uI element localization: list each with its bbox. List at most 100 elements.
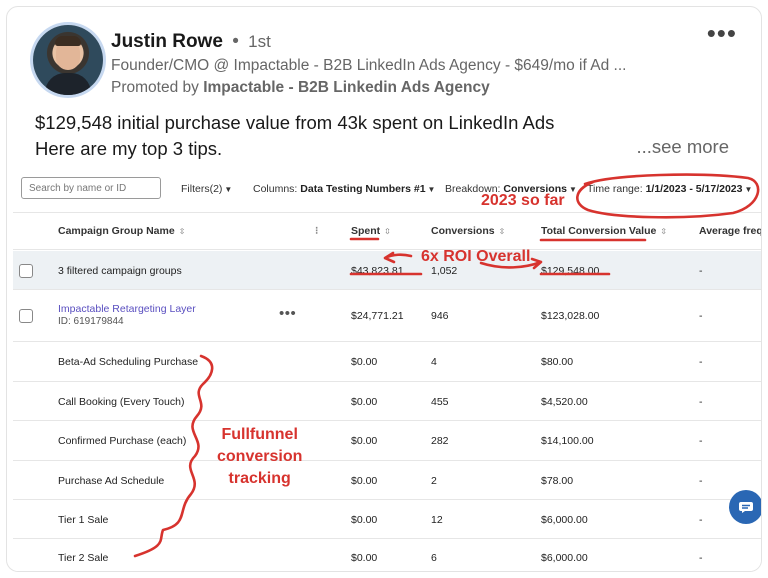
search-input[interactable]: [21, 177, 161, 199]
promoted-prefix: Promoted by: [111, 79, 199, 96]
row-value: $78.00: [541, 475, 574, 487]
row-name: Purchase Ad Schedule: [58, 475, 165, 487]
group-spent: $24,771.21: [351, 310, 404, 322]
post-text: $129,548 initial purchase value from 43k…: [35, 110, 735, 162]
row-frequency: -: [699, 396, 703, 408]
see-more-link[interactable]: ...see more: [636, 136, 729, 158]
row-value: $6,000.00: [541, 514, 588, 526]
column-header-total-value[interactable]: Total Conversion Value ⇳: [541, 225, 667, 237]
group-conversions: 946: [431, 310, 449, 322]
row-frequency: -: [699, 475, 703, 487]
column-header-name[interactable]: Campaign Group Name ⇳: [58, 225, 185, 237]
promoted-line: Promoted by Impactable - B2B Linkedin Ad…: [111, 79, 490, 97]
row-name: Beta-Ad Scheduling Purchase: [58, 356, 199, 368]
author-name-line: Justin Rowe • 1st: [111, 31, 271, 53]
campaign-group-row[interactable]: Impactable Retargeting Layer ID: 6191798…: [13, 290, 761, 342]
promoted-company[interactable]: Impactable - B2B Linkedin Ads Agency: [203, 79, 490, 96]
post-text-line-2: Here are my top 3 tips.: [35, 138, 223, 159]
row-frequency: -: [699, 435, 703, 447]
funnel-annotation-line-3: tracking: [228, 470, 291, 487]
row-name: Confirmed Purchase (each): [58, 435, 187, 447]
summary-row: 3 filtered campaign groups $43,823.81 1,…: [13, 251, 761, 290]
row-value: $14,100.00: [541, 435, 594, 447]
columns-value: Data Testing Numbers #1: [300, 183, 426, 195]
row-checkbox[interactable]: [19, 309, 33, 323]
author-name[interactable]: Justin Rowe: [111, 31, 223, 52]
roi-annotation: 6x ROI Overall: [421, 248, 531, 265]
row-value: $80.00: [541, 356, 574, 368]
row-frequency: -: [699, 356, 703, 368]
row-name: Tier 2 Sale: [58, 552, 109, 564]
row-name: Call Booking (Every Touch): [58, 396, 185, 408]
sort-arrows-icon: ⇳: [660, 227, 668, 236]
chat-bubble-icon[interactable]: [729, 490, 761, 524]
linkedin-post-card: Justin Rowe • 1st Founder/CMO @ Impactab…: [6, 6, 762, 572]
column-header-avg-frequency[interactable]: Average freque: [699, 225, 761, 237]
group-frequency: -: [699, 310, 703, 322]
table-row[interactable]: Purchase Ad Schedule $0.00 2 $78.00 -: [13, 461, 761, 500]
columns-dropdown[interactable]: Columns: Data Testing Numbers #1 ▼: [253, 183, 435, 195]
filters-label: Filters(2): [181, 183, 223, 195]
sort-arrows-icon: ⇳: [178, 227, 186, 236]
row-frequency: -: [699, 552, 703, 564]
funnel-annotation-line-1: Fullfunnel: [221, 426, 298, 443]
table-row[interactable]: Tier 2 Sale $0.00 6 $6,000.00 -: [13, 539, 761, 571]
table-row[interactable]: Beta-Ad Scheduling Purchase $0.00 4 $80.…: [13, 342, 761, 382]
caret-down-icon: ▼: [744, 185, 753, 194]
column-header-spent[interactable]: Spent ⇳: [351, 225, 391, 237]
column-header-conversions[interactable]: Conversions ⇳: [431, 225, 505, 237]
row-spent: $0.00: [351, 435, 378, 447]
row-conversions: 2: [431, 475, 437, 487]
campaign-manager-screenshot: Filters(2)▼ Columns: Data Testing Number…: [13, 170, 761, 571]
summary-value: $129,548.00: [541, 265, 600, 277]
table-toolbar: Filters(2)▼ Columns: Data Testing Number…: [13, 170, 761, 206]
select-all-checkbox[interactable]: [19, 264, 33, 278]
post-more-menu-icon[interactable]: •••: [707, 20, 737, 46]
column-header-name-label: Campaign Group Name: [58, 225, 175, 237]
funnel-annotation: Fullfunnel conversion tracking: [217, 424, 302, 490]
campaign-group-link[interactable]: Impactable Retargeting Layer: [58, 303, 196, 315]
post-text-line-1: $129,548 initial purchase value from 43k…: [35, 112, 555, 133]
row-conversions: 455: [431, 396, 449, 408]
summary-frequency: -: [699, 265, 703, 277]
name-separator: •: [232, 31, 239, 52]
column-resize-icon[interactable]: ⁝: [315, 225, 318, 237]
column-header-spent-label: Spent: [351, 225, 381, 237]
row-spent: $0.00: [351, 552, 378, 564]
table-row[interactable]: Confirmed Purchase (each) $0.00 282 $14,…: [13, 421, 761, 461]
time-range-value: 1/1/2023 - 5/17/2023: [645, 183, 743, 195]
row-conversions: 282: [431, 435, 449, 447]
table-header-row: Campaign Group Name ⇳ ⁝ Spent ⇳ Conversion…: [13, 212, 761, 250]
caret-down-icon: ▼: [427, 185, 436, 194]
row-name: Tier 1 Sale: [58, 514, 109, 526]
time-range-dropdown[interactable]: Time range: 1/1/2023 - 5/17/2023 ▼: [587, 183, 752, 195]
table-row[interactable]: Tier 1 Sale $0.00 12 $6,000.00 -: [13, 500, 761, 539]
avatar-shirt: [45, 73, 91, 95]
table-row[interactable]: Call Booking (Every Touch) $0.00 455 $4,…: [13, 382, 761, 421]
column-header-total-value-label: Total Conversion Value: [541, 225, 657, 237]
caret-down-icon: ▼: [224, 185, 233, 194]
column-header-conversions-label: Conversions: [431, 225, 495, 237]
filters-dropdown[interactable]: Filters(2) ▼: [181, 183, 232, 195]
row-conversions: 12: [431, 514, 443, 526]
row-frequency: -: [699, 514, 703, 526]
row-conversions: 6: [431, 552, 437, 564]
row-spent: $0.00: [351, 475, 378, 487]
campaign-group-id: ID: 619179844: [58, 316, 124, 327]
summary-name: 3 filtered campaign groups: [58, 265, 182, 277]
row-spent: $0.00: [351, 356, 378, 368]
caret-down-icon: ▼: [568, 185, 577, 194]
row-conversions: 4: [431, 356, 437, 368]
author-avatar[interactable]: [33, 25, 103, 95]
author-headline: Founder/CMO @ Impactable - B2B LinkedIn …: [111, 57, 627, 74]
row-spent: $0.00: [351, 514, 378, 526]
so-far-annotation: 2023 so far: [481, 192, 565, 209]
funnel-annotation-line-2: conversion: [217, 448, 303, 465]
sort-arrows-icon: ⇳: [498, 227, 506, 236]
connection-degree: 1st: [248, 32, 271, 51]
time-range-label: Time range:: [587, 183, 643, 195]
summary-conversions: 1,052: [431, 265, 458, 277]
row-spent: $0.00: [351, 396, 378, 408]
group-value: $123,028.00: [541, 310, 600, 322]
row-more-icon[interactable]: •••: [279, 305, 296, 322]
